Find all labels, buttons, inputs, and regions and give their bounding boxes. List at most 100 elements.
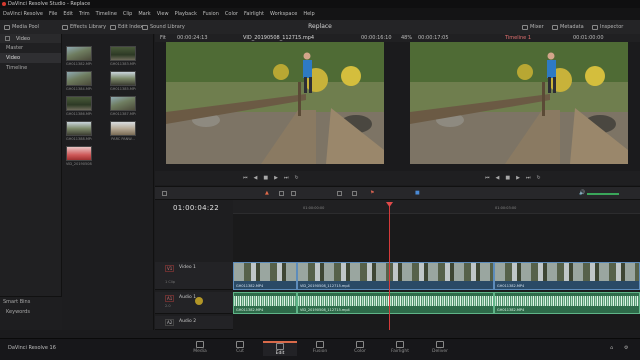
menu-playback[interactable]: Playback xyxy=(175,11,197,17)
playhead[interactable] xyxy=(386,202,393,330)
bin-video[interactable]: Video xyxy=(0,53,61,63)
menu-fairlight[interactable]: Fairlight xyxy=(244,11,264,17)
fairlight-page-icon xyxy=(396,341,404,348)
menu-workspace[interactable]: Workspace xyxy=(270,11,297,17)
media-pool-button[interactable]: Media Pool xyxy=(4,24,39,30)
blade-tool-icon[interactable] xyxy=(291,191,296,196)
metadata-button[interactable]: Metadata xyxy=(552,24,584,30)
play-reverse-icon[interactable]: ◀ xyxy=(254,175,258,181)
linked-selection-icon[interactable] xyxy=(352,191,357,196)
audio-clip[interactable]: GH011382.MP4 xyxy=(494,292,640,314)
jump-start-icon[interactable]: ⏮ xyxy=(243,175,248,181)
timeline-zoom[interactable]: 48% xyxy=(401,35,412,41)
audio-waveform xyxy=(234,296,296,306)
menu-mark[interactable]: Mark xyxy=(138,11,150,17)
clip-name: VID_20190508... xyxy=(66,162,92,166)
clip-thumbnail[interactable]: GH011382.MP4 xyxy=(66,46,92,66)
track-header-audio-1[interactable]: A1 Audio 1 2.0 xyxy=(155,292,233,314)
volume-icon[interactable]: 🔊 xyxy=(579,190,585,196)
selection-tool-icon[interactable]: ▲ xyxy=(265,190,269,196)
clip-thumbnail[interactable]: GH011388.MP4 xyxy=(66,121,92,141)
timeline-timecode: 01:00:04:22 xyxy=(173,204,220,212)
clip-thumbnail-image xyxy=(66,146,92,161)
clip-thumbnail[interactable]: GH011385.MP4 xyxy=(110,71,136,91)
edit-index-button[interactable]: Edit Index xyxy=(110,24,143,30)
page-tab-cut[interactable]: Cut xyxy=(223,341,257,354)
sidebar-toggle-icon[interactable] xyxy=(5,36,10,41)
jump-end-icon[interactable]: ⏭ xyxy=(526,175,531,181)
bin-list-panel: Video Master Video Timeline xyxy=(0,34,62,330)
jump-start-icon[interactable]: ⏮ xyxy=(485,175,490,181)
smart-bins-header[interactable]: Smart Bins xyxy=(0,297,62,307)
clip-thumbnail-image xyxy=(66,71,92,86)
video-clip[interactable]: GH011382.MP4 xyxy=(494,262,640,290)
video-clip[interactable]: GH011382.MP4 xyxy=(233,262,297,290)
clip-label: VID_20190508_112715.mp4 xyxy=(300,284,350,288)
clip-thumbnail[interactable]: VID_20190508... xyxy=(66,146,92,166)
stop-icon[interactable]: ■ xyxy=(505,175,510,181)
menu-help[interactable]: Help xyxy=(303,11,314,17)
clip-thumbnail[interactable]: GH011384.MP4 xyxy=(66,71,92,91)
audio-clip[interactable]: GH011382.MP4 xyxy=(233,292,297,314)
stop-icon[interactable]: ■ xyxy=(263,175,268,181)
menu-view[interactable]: View xyxy=(157,11,169,17)
trim-tool-icon[interactable] xyxy=(279,191,284,196)
track-header-video-1[interactable]: V1 Video 1 1 Clip xyxy=(155,262,233,290)
effects-library-icon xyxy=(62,24,68,30)
mixer-button[interactable]: Mixer xyxy=(522,24,544,30)
source-viewer-frame[interactable] xyxy=(166,42,384,164)
effects-library-button[interactable]: Effects Library xyxy=(62,24,106,30)
audio-clip[interactable]: VID_20190508_112715.mp4 xyxy=(297,292,494,314)
menu-file[interactable]: File xyxy=(49,11,57,17)
page-tab-media[interactable]: Media xyxy=(183,341,217,354)
loop-icon[interactable]: ↻ xyxy=(294,175,298,181)
volume-slider[interactable] xyxy=(587,193,619,195)
play-reverse-icon[interactable]: ◀ xyxy=(496,175,500,181)
clip-label: GH011382.MP4 xyxy=(497,308,525,312)
page-tab-deliver[interactable]: Deliver xyxy=(423,341,457,354)
marker-icon[interactable]: ■ xyxy=(415,190,420,196)
page-tab-fairlight[interactable]: Fairlight xyxy=(383,341,417,354)
menu-edit[interactable]: Edit xyxy=(63,11,73,17)
page-tab-edit[interactable]: Edit xyxy=(263,341,297,356)
menu-fusion[interactable]: Fusion xyxy=(203,11,219,17)
bin-master[interactable]: Master xyxy=(0,43,61,53)
clip-name: GH011385.MP4 xyxy=(110,87,136,91)
page-tab-color[interactable]: Color xyxy=(343,341,377,354)
menu-timeline[interactable]: Timeline xyxy=(96,11,117,17)
flag-icon[interactable]: ⚑ xyxy=(370,190,374,196)
bin-timeline[interactable]: Timeline xyxy=(0,63,61,73)
play-icon[interactable]: ▶ xyxy=(516,175,520,181)
clip-thumbnail[interactable]: GH011386.MP4 xyxy=(66,96,92,116)
timeline-name[interactable]: Timeline 1 xyxy=(505,35,531,41)
home-icon[interactable]: ⌂ xyxy=(610,345,613,351)
source-zoom[interactable]: Fit xyxy=(160,35,166,41)
menu-trim[interactable]: Trim xyxy=(79,11,90,17)
clip-thumbnail-image xyxy=(110,96,136,111)
inspector-button[interactable]: Inspector xyxy=(592,24,623,30)
clip-label: GH011382.MP4 xyxy=(236,308,264,312)
menu-clip[interactable]: Clip xyxy=(123,11,132,17)
timeline-view-options-icon[interactable] xyxy=(162,191,167,196)
clip-name: GH011386.MP4 xyxy=(66,112,92,116)
audio-waveform xyxy=(495,296,639,306)
timeline-ruler[interactable]: 01:00:00:00 01:00:03:00 xyxy=(233,200,640,214)
clip-name: GH011388.MP4 xyxy=(66,137,92,141)
snapping-icon[interactable] xyxy=(337,191,342,196)
track-header-audio-2[interactable]: A2 Audio 2 xyxy=(155,316,233,330)
sound-library-button[interactable]: Sound Library xyxy=(142,24,185,30)
page-tab-fusion[interactable]: Fusion xyxy=(303,341,337,354)
play-icon[interactable]: ▶ xyxy=(274,175,278,181)
clip-thumbnail[interactable]: GH011383.MP4 xyxy=(110,46,136,66)
timeline-toolbar: ▲ ⚑ ■ 🔊 xyxy=(155,186,640,200)
clip-thumbnail[interactable]: PARC PANW... xyxy=(110,121,136,141)
loop-icon[interactable]: ↻ xyxy=(536,175,540,181)
menu-davinci-resolve[interactable]: DaVinci Resolve xyxy=(3,11,43,17)
settings-gear-icon[interactable]: ⚙ xyxy=(624,345,628,351)
timeline-viewer-frame[interactable] xyxy=(410,42,628,164)
video-clip[interactable]: VID_20190508_112715.mp4 xyxy=(297,262,494,290)
clip-thumbnail[interactable]: GH011387.MP4 xyxy=(110,96,136,116)
jump-end-icon[interactable]: ⏭ xyxy=(284,175,289,181)
smart-bin-keywords[interactable]: Keywords xyxy=(0,307,62,317)
menu-color[interactable]: Color xyxy=(225,11,238,17)
